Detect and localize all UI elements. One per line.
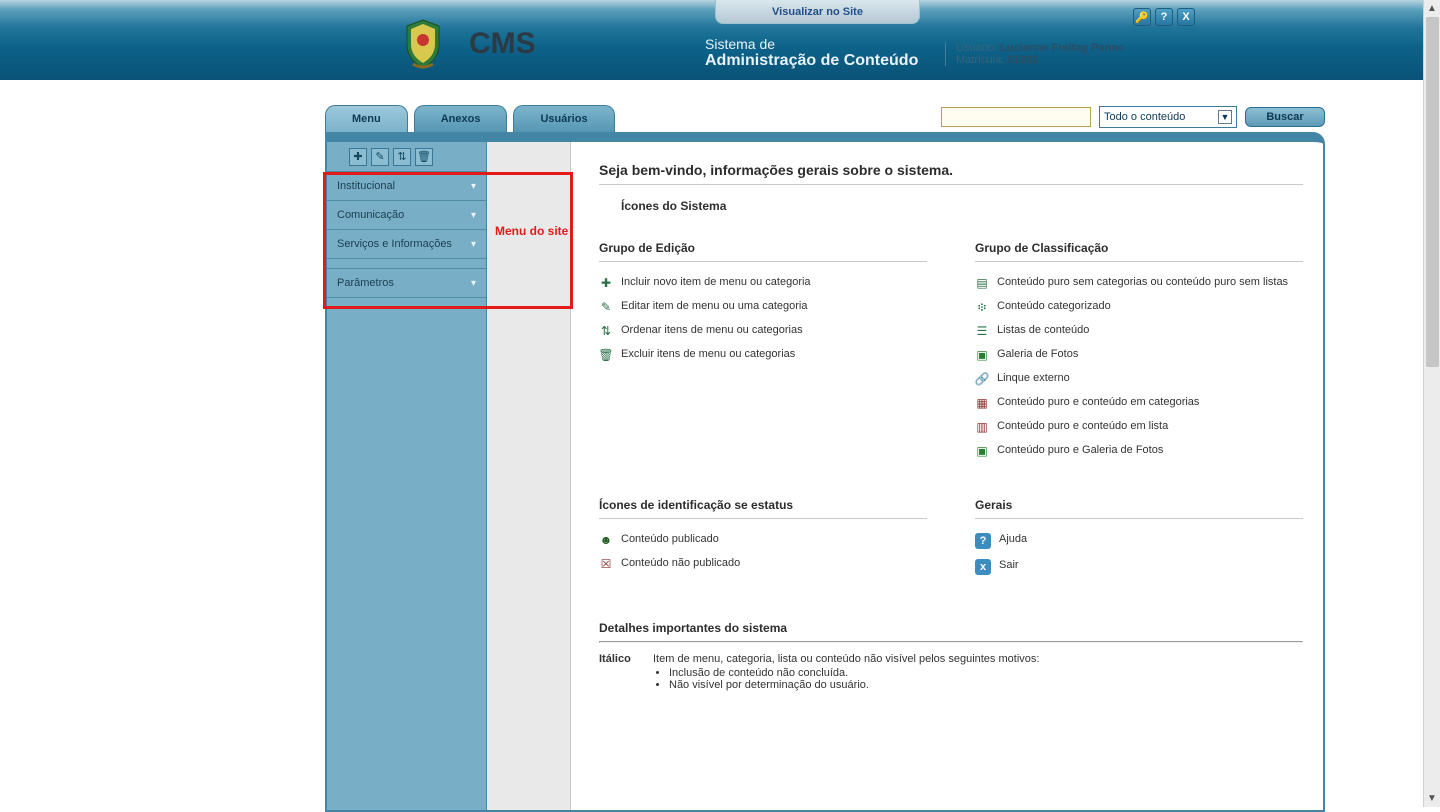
coat-of-arms-icon [395,16,451,72]
doc-icon: ▤ [975,276,989,290]
chevron-down-icon: ▾ [471,278,476,289]
user-info-block: Usuário: Lucienne Freitag Panno Matrícul… [945,42,1125,66]
plus-icon: ✚ [599,276,613,290]
tab-anexos[interactable]: Anexos [414,105,508,132]
sidebar-item-servicos[interactable]: Serviços e Informações ▾ [327,230,486,259]
logo-area: CMS [395,16,536,72]
details-bullet: Não visível por determinação do usuário. [669,679,1039,691]
sidebar-item-comunicacao[interactable]: Comunicação ▾ [327,201,486,230]
key-icon[interactable]: 🔑 [1133,8,1151,26]
icon-line-help: ? Ajuda [975,533,1303,549]
trash-icon: 🗑 [599,348,613,362]
user-label: Usuário: [956,42,997,54]
matricula-value: 51292 [1007,54,1038,66]
close-icon[interactable]: X [1177,8,1195,26]
matricula-label: Matrícula: [956,54,1004,66]
icon-line-pure: ▤Conteúdo puro sem categorias ou conteúd… [975,276,1303,290]
search-input[interactable] [941,107,1091,127]
icon-line-order: ⇅ Ordenar itens de menu ou categorias [599,324,927,338]
icon-line-gallery: ▣Galeria de Fotos [975,348,1303,362]
header-utility-icons: 🔑 ? X [1133,8,1195,26]
tab-row: Menu Anexos Usuários Todo o conteúdo ▼ B… [115,105,1325,132]
group-class-column: Grupo de Classificação ▤Conteúdo puro se… [975,241,1303,468]
icon-line-link: 🔗Linque externo [975,372,1303,386]
search-button[interactable]: Buscar [1245,107,1325,127]
italic-desc: Item de menu, categoria, lista ou conteú… [653,653,1039,665]
page-title: Seja bem-vindo, informações gerais sobre… [599,162,1303,178]
sidebar-item-institucional[interactable]: Institucional ▾ [327,172,486,201]
sidebar-item-label: Serviços e Informações [337,238,452,250]
icon-line-published: ☻ Conteúdo publicado [599,533,927,547]
published-icon: ☻ [599,533,613,547]
icon-line-lists: ☰Listas de conteúdo [975,324,1303,338]
sidebar-item-label: Institucional [337,180,395,192]
sidebar: ✚ ✎ ⇅ 🗑 Institucional ▾ Comunicação ▾ Se… [327,142,487,810]
gerais-column: Gerais ? Ajuda x Sair [975,498,1303,585]
search-bar: Todo o conteúdo ▼ Buscar [941,106,1325,132]
status-column: Ícones de identificação se estatus ☻ Con… [599,498,927,585]
chevron-down-icon: ▼ [1218,110,1232,124]
unpublished-icon: ☒ [599,557,613,571]
reorder-icon[interactable]: ⇅ [393,148,411,166]
secondary-column [487,142,571,810]
status-title: Ícones de identificação se estatus [599,498,927,512]
icon-line-exit: x Sair [975,559,1303,575]
doclist-icon: ▥ [975,420,989,434]
updown-icon: ⇅ [599,324,613,338]
docphoto-icon: ▣ [975,444,989,458]
tab-usuarios[interactable]: Usuários [513,105,614,132]
details-section: Detalhes importantes do sistema Itálico … [599,621,1303,691]
icon-line-delete: 🗑 Excluir itens de menu ou categorias [599,348,927,362]
app-header: Visualizar no Site 🔑 ? X CMS Sistema de … [0,0,1440,80]
help-square-icon: ? [975,533,991,549]
page-scrollbar[interactable]: ▲ ▼ [1423,0,1440,807]
icon-line-edit: ✎ Editar item de menu ou uma categoria [599,300,927,314]
details-bullet: Inclusão de conteúdo não concluída. [669,667,1039,679]
workspace: ✚ ✎ ⇅ 🗑 Institucional ▾ Comunicação ▾ Se… [325,132,1325,812]
annotation-label: Menu do site [495,224,568,238]
tree-icon: ፨ [975,300,989,314]
main-content: Seja bem-vindo, informações gerais sobre… [571,142,1323,810]
user-name: Lucienne Freitag Panno [1000,42,1125,54]
group-edit-title: Grupo de Edição [599,241,927,255]
icon-line-include: ✚ Incluir novo item de menu ou categoria [599,276,927,290]
sidebar-item-parametros[interactable]: Parâmetros ▾ [327,269,486,298]
icon-line-pure-categ: ▦Conteúdo puro e conteúdo em categorias [975,396,1303,410]
search-scope-select[interactable]: Todo o conteúdo ▼ [1099,106,1237,128]
sidebar-item-label: Comunicação [337,209,404,221]
new-item-icon[interactable]: ✚ [349,148,367,166]
view-site-button[interactable]: Visualizar no Site [715,0,920,24]
details-title: Detalhes importantes do sistema [599,621,1303,635]
delete-icon[interactable]: 🗑 [415,148,433,166]
pencil-icon: ✎ [599,300,613,314]
list-icon: ☰ [975,324,989,338]
app-title: CMS [469,27,536,61]
app-subtitle: Sistema de Administração de Conteúdo [705,36,918,70]
scroll-up-icon[interactable]: ▲ [1424,0,1440,17]
link-icon: 🔗 [975,372,989,386]
chevron-down-icon: ▾ [471,181,476,192]
docgrid-icon: ▦ [975,396,989,410]
icon-line-pure-gallery: ▣Conteúdo puro e Galeria de Fotos [975,444,1303,458]
sidebar-item-label: Parâmetros [337,277,394,289]
help-icon[interactable]: ? [1155,8,1173,26]
chevron-down-icon: ▾ [471,239,476,250]
icon-line-unpublished: ☒ Conteúdo não publicado [599,557,927,571]
italic-label: Itálico [599,653,643,691]
tab-menu[interactable]: Menu [325,105,408,132]
photo-icon: ▣ [975,348,989,362]
icon-line-pure-list: ▥Conteúdo puro e conteúdo em lista [975,420,1303,434]
icons-section-title: Ícones do Sistema [621,199,1303,213]
edit-icon[interactable]: ✎ [371,148,389,166]
close-square-icon: x [975,559,991,575]
group-class-title: Grupo de Classificação [975,241,1303,255]
group-edit-column: Grupo de Edição ✚ Incluir novo item de m… [599,241,927,468]
gerais-title: Gerais [975,498,1303,512]
scroll-thumb[interactable] [1426,17,1439,367]
chevron-down-icon: ▾ [471,210,476,221]
icon-line-categ: ፨Conteúdo categorizado [975,300,1303,314]
scroll-down-icon[interactable]: ▼ [1424,790,1440,807]
sidebar-toolbar: ✚ ✎ ⇅ 🗑 [327,142,486,172]
